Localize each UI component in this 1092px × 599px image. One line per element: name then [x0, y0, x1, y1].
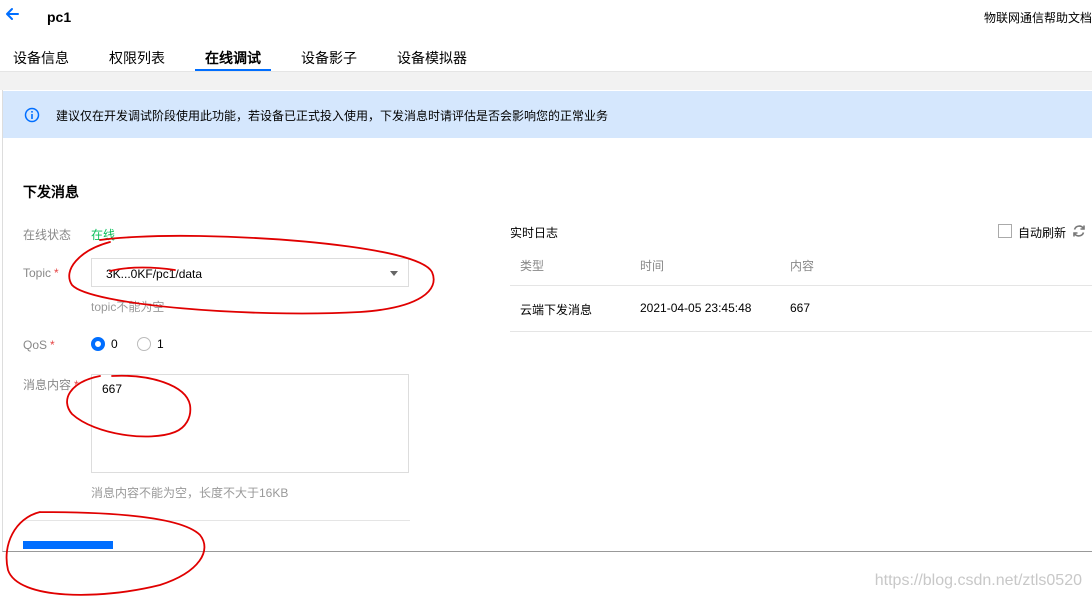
info-icon: [24, 107, 40, 123]
message-value: 667: [102, 382, 123, 396]
log-time-cell: 2021-04-05 23:45:48: [640, 301, 752, 315]
tab-online-debug[interactable]: 在线调试: [205, 48, 261, 68]
tab-bar: 设备信息 权限列表 在线调试 设备影子 设备模拟器: [0, 40, 1092, 72]
topic-hint: topic不能为空: [91, 300, 165, 314]
back-arrow-icon[interactable]: [4, 6, 20, 22]
page-gap: [0, 72, 1092, 90]
message-hint: 消息内容不能为空，长度不大于16KB: [91, 486, 289, 500]
column-header-type: 类型: [520, 259, 545, 273]
tab-device-simulator[interactable]: 设备模拟器: [397, 48, 467, 68]
section-title: 下发消息: [23, 184, 79, 200]
page-title: pc1: [47, 9, 72, 25]
status-label: 在线状态: [23, 228, 72, 242]
required-mark: *: [74, 378, 79, 392]
active-tab-indicator: [195, 69, 271, 71]
topic-label: Topic *: [23, 266, 59, 280]
topic-value: 3K...0KF/pc1/data: [106, 267, 203, 281]
chevron-down-icon: [390, 271, 398, 276]
log-title: 实时日志: [510, 226, 559, 240]
log-type-cell: 云端下发消息: [520, 303, 593, 317]
table-row: 云端下发消息 2021-04-05 23:45:48 667: [510, 286, 1092, 332]
qos-option-label-0: 0: [111, 337, 118, 351]
message-label: 消息内容 *: [23, 378, 79, 392]
help-docs-link[interactable]: 物联网通信帮助文档: [984, 9, 1092, 26]
status-value: 在线: [91, 228, 116, 242]
tab-device-shadow[interactable]: 设备影子: [301, 48, 357, 68]
column-header-content: 内容: [790, 259, 815, 273]
notice-text: 建议仅在开发调试阶段使用此功能，若设备已正式投入使用，下发消息时请评估是否会影响…: [56, 109, 609, 123]
log-content-cell: 667: [790, 301, 811, 315]
log-table-header: 类型 时间 内容: [510, 245, 1092, 286]
qos-radio-0[interactable]: [91, 337, 105, 351]
required-mark: *: [50, 338, 55, 352]
auto-refresh-checkbox[interactable]: [998, 224, 1012, 238]
topic-select[interactable]: 3K...0KF/pc1/data: [91, 258, 409, 287]
column-header-time: 时间: [640, 259, 665, 273]
auto-refresh-label: 自动刷新: [1018, 226, 1067, 240]
qos-option-label-1: 1: [157, 337, 164, 351]
divider: [23, 520, 410, 521]
qos-radio-1[interactable]: [137, 337, 151, 351]
required-mark: *: [54, 266, 59, 280]
qos-label: QoS *: [23, 338, 55, 352]
tab-device-info[interactable]: 设备信息: [13, 48, 69, 68]
message-textarea[interactable]: 667: [91, 374, 409, 473]
refresh-icon[interactable]: [1071, 223, 1087, 239]
watermark: https://blog.csdn.net/ztls0520: [874, 572, 1082, 589]
send-button[interactable]: [23, 541, 113, 549]
tab-permissions[interactable]: 权限列表: [109, 48, 165, 68]
